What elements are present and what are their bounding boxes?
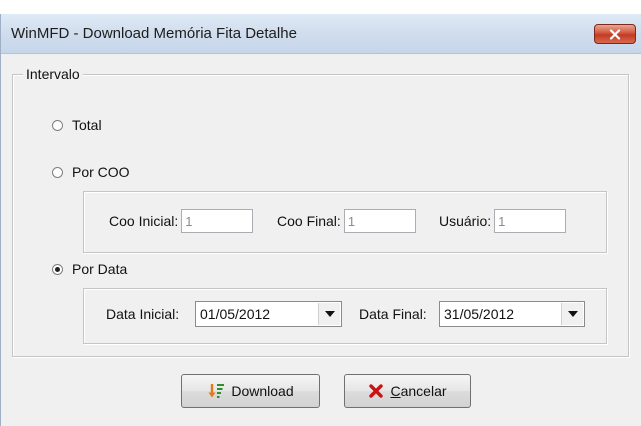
data-final-datepicker[interactable]: 31/05/2012 (439, 301, 585, 327)
red-x-icon (369, 384, 384, 398)
radio-total[interactable]: Total (52, 117, 102, 133)
radio-total-label: Total (72, 117, 102, 133)
interval-group-label: Intervalo (23, 66, 83, 82)
usuario-label: Usuário: (439, 213, 492, 229)
cancel-button[interactable]: Cancelar (344, 374, 471, 408)
data-final-label: Data Final: (359, 306, 427, 322)
usuario-input[interactable] (494, 209, 567, 233)
chevron-down-icon (567, 311, 578, 317)
title-bar[interactable]: WinMFD - Download Memória Fita Detalhe (1, 14, 641, 54)
download-sort-icon (208, 384, 225, 398)
close-icon (609, 28, 621, 40)
coo-final-input[interactable] (343, 209, 416, 233)
close-button[interactable] (594, 24, 636, 44)
coo-fields-box: Coo Inicial: Coo Final: Usuário: (83, 191, 607, 253)
coo-final-label: Coo Final: (277, 213, 341, 229)
dialog-client-area: Intervalo Total Por COO Coo Inicial: Coo… (1, 54, 641, 426)
data-inicial-dropdown-button[interactable] (318, 303, 340, 325)
dialog-window: WinMFD - Download Memória Fita Detalhe I… (0, 14, 641, 426)
data-inicial-value: 01/05/2012 (200, 306, 271, 322)
download-button-label: Download (231, 383, 294, 399)
cancel-mnemonic: C (390, 383, 401, 399)
window-title: WinMFD - Download Memória Fita Detalhe (11, 25, 297, 42)
usuario-row: Usuário: (439, 209, 567, 233)
coo-inicial-label: Coo Inicial: (109, 213, 179, 229)
radio-por-data-label: Por Data (72, 261, 128, 277)
radio-por-data-button[interactable] (52, 263, 63, 275)
radio-total-button[interactable] (52, 119, 63, 131)
coo-final-row: Coo Final: (277, 209, 416, 233)
download-button[interactable]: Download (181, 374, 320, 408)
interval-groupbox: Intervalo Total Por COO Coo Inicial: Coo… (12, 66, 629, 357)
coo-inicial-input[interactable] (181, 209, 254, 233)
data-final-dropdown-button[interactable] (561, 303, 583, 325)
cancel-button-label: Cancelar (390, 383, 446, 399)
chevron-down-icon (324, 311, 335, 317)
data-inicial-label: Data Inicial: (106, 306, 180, 322)
radio-por-coo-button[interactable] (52, 166, 63, 178)
date-fields-box: Data Inicial: 01/05/2012 Data Final: 31/… (83, 288, 607, 344)
cancel-label-rest: ancelar (400, 383, 447, 399)
radio-por-coo[interactable]: Por COO (52, 164, 130, 180)
coo-inicial-row: Coo Inicial: (109, 209, 254, 233)
data-inicial-datepicker[interactable]: 01/05/2012 (195, 301, 342, 327)
radio-por-coo-label: Por COO (72, 164, 130, 180)
data-final-value: 31/05/2012 (444, 306, 515, 322)
radio-por-data[interactable]: Por Data (52, 261, 127, 277)
